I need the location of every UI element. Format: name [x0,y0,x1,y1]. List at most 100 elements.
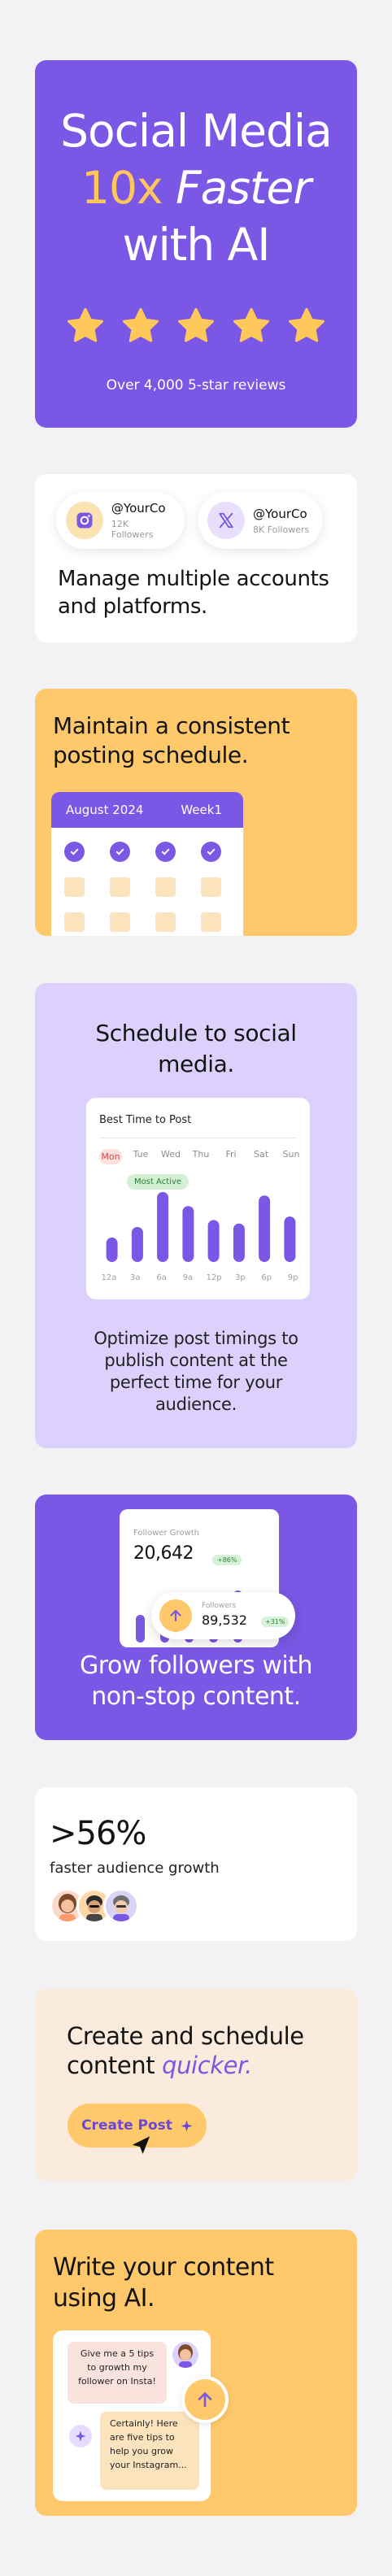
day-tab[interactable]: Mon [99,1149,122,1164]
instagram-account-pill[interactable]: @YourCo 12K Followers [56,492,185,549]
follower-count: 12K Followers [111,519,154,540]
day-tab[interactable]: Sun [280,1149,303,1164]
calendar-row [51,912,243,932]
time-tick-label: 12a [101,1273,117,1282]
chart-bar [259,1195,271,1262]
create-text: Create and schedule content quicker. [67,2021,357,2080]
calendar-slot[interactable] [110,877,130,897]
day-tab[interactable]: Wed [159,1149,182,1164]
day-tab[interactable]: Thu [189,1149,212,1164]
schedule-social-title: Schedule to social media. [35,1018,357,1080]
calendar-slot[interactable] [201,877,221,897]
ai-message: Certainly! Here are five tips to help yo… [100,2412,199,2490]
check-icon[interactable] [201,842,221,862]
ai-sparkle-icon [69,2425,92,2448]
stat-card: >56% faster audience growth [35,1787,357,1941]
star-icon [233,307,269,342]
schedule-social-subtitle: Optimize post timings to publish content… [35,1328,357,1416]
instagram-icon [66,502,103,539]
time-tick-label: 3a [130,1273,141,1282]
star-icon [68,307,103,342]
chart-bar [106,1237,118,1262]
growth-badge: +86% [212,1555,242,1565]
chart-bar [207,1220,220,1262]
growth-card: Follower Growth 20,642 +86% Followers 89… [35,1495,357,1740]
stat-label: faster audience growth [50,1860,220,1877]
calendar-row [51,842,243,862]
follower-count: 8K Followers [253,524,310,535]
follower-growth-value: 20,642 [133,1543,194,1564]
calendar-slot[interactable] [155,912,176,932]
ai-text: Write your content using AI. [53,2253,274,2313]
chart-bar [233,1223,245,1262]
schedule-social-title-text: Schedule to social media. [95,1020,297,1077]
x-account-pill[interactable]: @YourCo 8K Followers [198,492,323,549]
account-handle: @YourCo [111,501,166,516]
day-selector: Mon Tue Wed Thu Fri Sat Sun [99,1149,303,1164]
calendar-slot[interactable] [155,877,176,897]
best-time-chart: Best Time to Post Mon Tue Wed Thu Fri Sa… [86,1098,310,1299]
arrow-up-icon [198,2392,212,2408]
arrow-up-icon [159,1599,192,1632]
check-icon[interactable] [64,842,85,862]
hero-card: Social Media 10x Faster with AI Over 4,0… [35,60,357,428]
time-tick-label: 12p [206,1273,222,1282]
hero-line3: with AI [122,219,270,271]
time-tick-label: 3p [235,1273,246,1282]
check-icon[interactable] [155,842,176,862]
chart-bar [131,1227,143,1262]
star-icon [289,307,324,342]
calendar-header: August 2024 Week1 [51,792,243,828]
user-message: Give me a 5 tips to growth my follower o… [68,2342,167,2404]
user-message-text: Give me a 5 tips to growth my follower o… [78,2348,156,2387]
schedule-card: Maintain a consistent posting schedule. … [35,689,357,936]
send-button[interactable] [181,2376,229,2423]
chat-widget: Give me a 5 tips to growth my follower o… [53,2330,229,2501]
check-icon[interactable] [110,842,130,862]
day-tab[interactable]: Sat [250,1149,272,1164]
chart-title: Best Time to Post [99,1114,192,1126]
growth-bar [136,1615,145,1643]
followers-badge: +31% [261,1617,290,1627]
followers-pill: Followers 89,532 +31% [151,1592,295,1639]
chart-bars [106,1192,296,1262]
schedule-text: Maintain a consistent posting schedule. [53,712,290,768]
chart-bar [284,1216,296,1262]
user-avatar [172,2342,198,2368]
calendar-slot[interactable] [110,912,130,932]
create-card: Create and schedule content quicker. Cre… [35,1989,357,2181]
calendar-slot[interactable] [64,877,85,897]
time-tick-label: 9a [182,1273,194,1282]
growth-text: Grow followers with non-stop content. [35,1651,357,1712]
ai-card: Write your content using AI. Give me a 5… [35,2230,357,2516]
create-post-label: Create Post [81,2117,172,2134]
calendar-row [51,877,243,897]
calendar-slot[interactable] [64,912,85,932]
chart-bar [182,1206,194,1262]
follower-growth-label: Follower Growth [133,1529,200,1538]
sparkle-icon [181,2119,193,2132]
accounts-card: @YourCo 12K Followers @YourCo 8K Followe… [35,474,357,642]
stat-value: >56% [50,1815,146,1852]
calendar-month: August 2024 [66,803,144,817]
hero-line2: 10x Faster [35,159,357,216]
schedule-social-card: Schedule to social media. Best Time to P… [35,983,357,1448]
calendar-week: Week1 [181,803,222,817]
hero-italic: Faster [176,162,311,214]
create-text-accent: quicker. [162,2052,252,2079]
ai-message-text: Certainly! Here are five tips to help yo… [110,2418,187,2470]
time-tick-label: 6p [261,1273,272,1282]
day-tab[interactable]: Tue [129,1149,152,1164]
account-handle: @YourCo [253,506,307,521]
schedule-social-subtitle-text: Optimize post timings to publish content… [94,1329,298,1414]
most-active-badge: Most Active [127,1174,189,1190]
avatar [103,1888,139,1924]
calendar-slot[interactable] [201,912,221,932]
cursor-icon [132,2136,150,2154]
hero-line1: Social Media [60,105,333,157]
calendar-widget: August 2024 Week1 [51,792,243,936]
day-tab[interactable]: Fri [220,1149,242,1164]
star-icon [178,307,214,342]
avatar-group [50,1888,139,1924]
followers-label: Followers [202,1602,237,1610]
